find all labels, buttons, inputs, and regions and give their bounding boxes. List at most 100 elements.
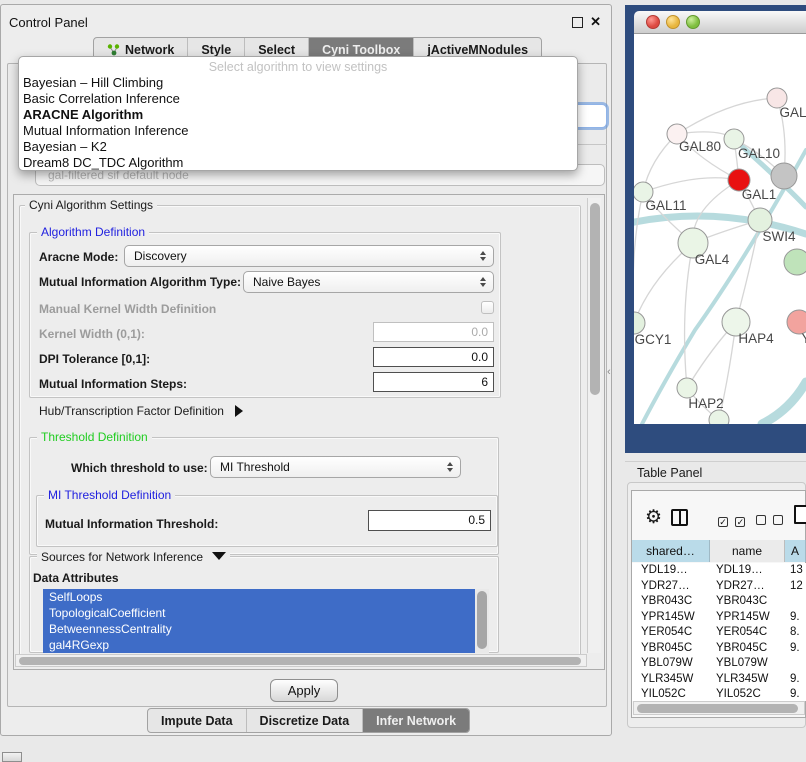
- algorithm-option[interactable]: Bayesian – K2: [19, 139, 577, 155]
- table-row[interactable]: YLR345WYLR345W9.: [632, 672, 806, 688]
- table-column-header[interactable]: shared…: [632, 540, 710, 562]
- expander-arrow-down-icon: [212, 552, 226, 560]
- mi-algorithm-type-label: Mutual Information Algorithm Type:: [39, 275, 241, 289]
- mi-threshold-label: Mutual Information Threshold:: [45, 517, 218, 531]
- minimize-traffic-light-icon[interactable]: [666, 15, 680, 29]
- table-panel-title: Table Panel: [637, 466, 702, 480]
- column-chooser-icon[interactable]: [671, 509, 688, 526]
- data-attribute-item[interactable]: gal4RGexp: [43, 637, 489, 653]
- table-cell: YBR045C: [716, 641, 791, 657]
- network-window-titlebar[interactable]: [634, 11, 806, 34]
- table-cell: YIL052C: [641, 687, 719, 701]
- table-row[interactable]: YPR145WYPR145W9.: [632, 610, 806, 626]
- float-window-icon[interactable]: [572, 17, 583, 28]
- apply-button[interactable]: Apply: [270, 679, 338, 702]
- mi-steps-input[interactable]: 6: [373, 372, 494, 392]
- attributes-vscrollbar-thumb[interactable]: [477, 591, 487, 649]
- network-node-label: GAL: [779, 105, 806, 120]
- table-row[interactable]: YER054CYER054C8.: [632, 625, 806, 641]
- which-threshold-combobox[interactable]: MI Threshold: [210, 456, 461, 478]
- aracne-mode-combobox[interactable]: Discovery: [124, 245, 494, 267]
- network-node[interactable]: [771, 163, 797, 189]
- gear-icon[interactable]: ⚙: [645, 508, 662, 527]
- table-row[interactable]: YBL079WYBL079W: [632, 656, 806, 672]
- tab-infer-network[interactable]: Infer Network: [362, 709, 469, 732]
- hub-definition-label: Hub/Transcription Factor Definition: [39, 404, 224, 418]
- dpi-tolerance-input[interactable]: 0.0: [373, 347, 494, 367]
- which-threshold-value: MI Threshold: [220, 460, 290, 474]
- settings-vscrollbar[interactable]: [587, 198, 601, 653]
- control-panel-title: Control Panel: [9, 15, 88, 30]
- mi-threshold-input[interactable]: 0.5: [368, 510, 491, 531]
- table-header-row: shared…nameA: [632, 540, 806, 562]
- settings-hscrollbar-thumb[interactable]: [19, 657, 581, 665]
- attributes-vscrollbar[interactable]: [475, 589, 489, 653]
- network-node[interactable]: [677, 378, 697, 398]
- table-hscrollbar-thumb[interactable]: [637, 704, 798, 713]
- table-column-header[interactable]: name: [710, 540, 785, 562]
- table-cell: YDR27…: [641, 579, 719, 595]
- algorithm-dropdown-popup: Select algorithm to view settings Bayesi…: [18, 56, 578, 171]
- close-traffic-light-icon[interactable]: [646, 15, 660, 29]
- table-row[interactable]: YBR043CYBR043C: [632, 594, 806, 610]
- tab-discretize-data[interactable]: Discretize Data: [246, 709, 363, 732]
- table-cell: YDL19…: [641, 563, 719, 579]
- algorithm-option[interactable]: Bayesian – Hill Climbing: [19, 75, 577, 91]
- data-attribute-item[interactable]: SelfLoops: [43, 589, 489, 605]
- table-cell: YPR145W: [716, 610, 791, 626]
- kernel-width-input[interactable]: 0.0: [373, 322, 494, 342]
- hub-definition-expander[interactable]: Hub/Transcription Factor Definition: [39, 404, 243, 418]
- close-icon[interactable]: ✕: [590, 14, 601, 30]
- zoom-traffic-light-icon[interactable]: [686, 15, 700, 29]
- divider-collapse-handle[interactable]: ‹: [607, 366, 611, 378]
- table-row[interactable]: YIL052CYIL052C9.: [632, 687, 806, 701]
- table-panel-separator: [625, 461, 806, 462]
- aracne-mode-label: Aracne Mode:: [39, 250, 118, 264]
- data-attribute-item[interactable]: TopologicalCoefficient: [43, 605, 489, 621]
- data-attributes-label: Data Attributes: [33, 571, 119, 585]
- table-row[interactable]: YDR27…YDR27…12: [632, 579, 806, 595]
- settings-hscrollbar[interactable]: [15, 654, 587, 667]
- unselect-all-columns-icon[interactable]: [756, 512, 783, 530]
- table-cell: YLR345W: [641, 672, 719, 688]
- network-node-label: GAL1: [742, 187, 777, 202]
- table-row[interactable]: YDL19…YDL19…13: [632, 563, 806, 579]
- table-hscrollbar[interactable]: [633, 701, 805, 715]
- mi-algorithm-type-combobox[interactable]: Naive Bayes: [243, 271, 494, 293]
- infer-tabbar: Impute Data Discretize DataInfer Network: [147, 708, 470, 733]
- algorithm-option[interactable]: ARACNE Algorithm: [19, 107, 577, 123]
- algorithm-option[interactable]: Basic Correlation Inference: [19, 91, 577, 107]
- table-column-header[interactable]: A: [785, 540, 806, 562]
- data-attributes-list[interactable]: SelfLoopsTopologicalCoefficientBetweenne…: [43, 589, 489, 653]
- table-cell: 9.: [790, 641, 806, 657]
- tab-label: Cyni Toolbox: [322, 43, 400, 57]
- network-canvas[interactable]: GALGAL80GAL10GAL1GAL11SWI4GAL4GCY1HAP4YH…: [634, 34, 806, 424]
- network-node-label: SWI4: [762, 229, 795, 244]
- algorithm-dropdown-prompt: Select algorithm to view settings: [19, 57, 577, 75]
- mi-threshold-definition-title: MI Threshold Definition: [44, 488, 175, 502]
- tab-impute-data[interactable]: Impute Data: [148, 709, 246, 732]
- algorithm-option[interactable]: Dream8 DC_TDC Algorithm: [19, 155, 577, 171]
- tab-label: Impute Data: [161, 714, 233, 728]
- select-all-columns-icon[interactable]: ✓ ✓: [718, 512, 745, 530]
- settings-vscrollbar-thumb[interactable]: [590, 203, 600, 395]
- table-cell: YER054C: [716, 625, 791, 641]
- network-node[interactable]: [784, 249, 806, 275]
- network-node[interactable]: [709, 410, 729, 424]
- algorithm-option[interactable]: Mutual Information Inference: [19, 123, 577, 139]
- export-table-icon[interactable]: [794, 505, 806, 524]
- desktop: Control Panel ✕ NetworkStyleSelectCyni T…: [0, 0, 806, 762]
- table-cell: 9.: [790, 672, 806, 688]
- network-node[interactable]: [634, 312, 645, 334]
- checked-box-icon: ✓: [735, 517, 745, 527]
- table-cell: 8.: [790, 625, 806, 641]
- data-attribute-item[interactable]: BetweennessCentrality: [43, 621, 489, 637]
- manual-kernel-checkbox[interactable]: [481, 301, 494, 314]
- network-edge: [677, 98, 777, 134]
- kernel-width-label: Kernel Width (0,1):: [39, 327, 145, 341]
- network-edge: [642, 150, 806, 424]
- table-row[interactable]: YBR045CYBR045C9.: [632, 641, 806, 657]
- minimized-window[interactable]: [2, 752, 22, 762]
- network-graph[interactable]: GALGAL80GAL10GAL1GAL11SWI4GAL4GCY1HAP4YH…: [634, 34, 806, 424]
- sources-title-row[interactable]: Sources for Network Inference: [37, 550, 230, 564]
